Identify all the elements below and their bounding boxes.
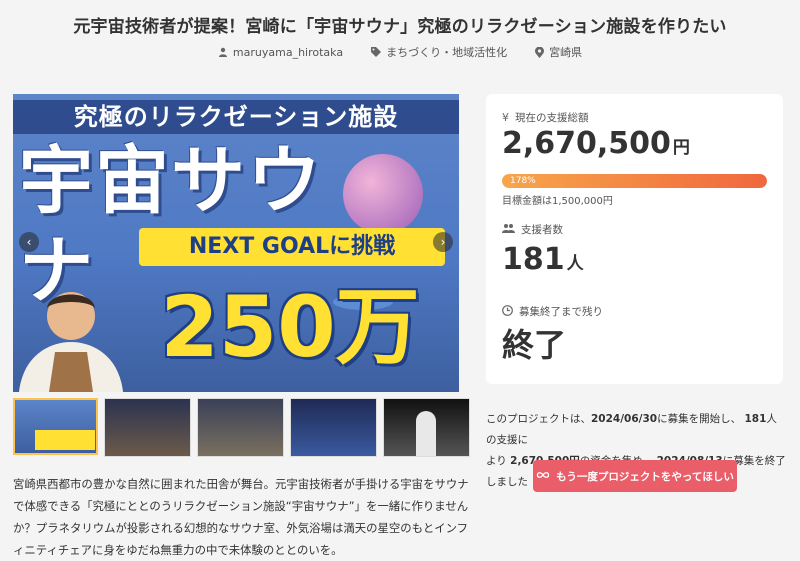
author-link[interactable]: maruyama_hirotaka xyxy=(218,44,343,60)
thumbnail-strip xyxy=(13,398,470,457)
yen-icon: ¥ xyxy=(502,111,509,124)
clock-icon xyxy=(502,304,513,319)
summary-text: より xyxy=(486,455,507,467)
raised-unit: 円 xyxy=(672,138,690,158)
thumbnail[interactable] xyxy=(197,398,284,457)
project-title: 元宇宙技術者が提案！宮崎に「宇宙サウナ」究極のリラクゼーション施設を作りたい xyxy=(73,17,727,37)
request-again-button[interactable]: もう一度プロジェクトをやってほしい xyxy=(533,460,737,492)
progress-fill: 178% xyxy=(502,174,767,188)
summary-backers: 181 xyxy=(744,413,767,425)
infinity-icon xyxy=(536,470,550,482)
hero-image[interactable]: 究極のリラクゼーション施設 宇宙サウナ NEXT GOALに挑戦 250万円 ‹… xyxy=(13,94,459,392)
backers-label-row: 支援者数 xyxy=(502,222,563,237)
start-date: 2024/06/30 xyxy=(591,413,658,425)
remaining-value: 終了 xyxy=(502,326,567,364)
remaining-label-row: 募集終了まで残り xyxy=(502,304,603,319)
tag-icon xyxy=(371,47,382,57)
hero-main-text: 宇宙サウナ xyxy=(19,138,323,314)
raised-amount: 2,670,500 円 xyxy=(502,126,690,161)
category-link[interactable]: まちづくり・地域活性化 xyxy=(371,44,507,60)
raised-label-row: ¥ 現在の支援総額 xyxy=(502,110,589,125)
chevron-left-icon[interactable]: ‹ xyxy=(19,232,39,252)
thumbnail[interactable] xyxy=(13,398,98,455)
backers-label: 支援者数 xyxy=(521,224,563,236)
location-pin-icon xyxy=(535,46,545,58)
request-again-label: もう一度プロジェクトをやってほしい xyxy=(556,470,734,483)
users-icon xyxy=(502,223,515,236)
stats-card: ¥ 現在の支援総額 2,670,500 円 178% 目標金額は1,500,000… xyxy=(486,94,783,384)
hero-amount-text: 250万円 xyxy=(160,278,420,392)
thumbnail[interactable] xyxy=(104,398,191,457)
location-name: 宮崎県 xyxy=(549,46,583,59)
location-link[interactable]: 宮崎県 xyxy=(535,44,582,60)
hero-band-text: 究極のリラクゼーション施設 xyxy=(13,100,459,134)
thumbnail[interactable] xyxy=(383,398,470,457)
goal-amount-text: 目標金額は1,500,000円 xyxy=(502,196,613,207)
progress-bar: 178% xyxy=(502,174,767,188)
summary-text: このプロジェクトは、 xyxy=(486,413,591,425)
author-name: maruyama_hirotaka xyxy=(232,45,344,59)
backers-value: 181 xyxy=(502,242,565,277)
backers-count: 181 人 xyxy=(502,242,584,277)
remaining-label: 募集終了まで残り xyxy=(519,306,603,318)
chevron-right-icon[interactable]: › xyxy=(433,232,453,252)
project-description: 宮崎県西都市の豊かな自然に囲まれた田舎が舞台。元宇宙技術者が手掛ける宇宙をサウナ… xyxy=(13,477,469,557)
project-meta: maruyama_hirotaka まちづくり・地域活性化 宮崎県 xyxy=(0,44,800,60)
thumbnail[interactable] xyxy=(290,398,377,457)
backers-unit: 人 xyxy=(566,254,584,274)
raised-label: 現在の支援総額 xyxy=(515,112,589,124)
summary-text: に募集を開始し、 xyxy=(657,413,742,425)
category-name: まちづくり・地域活性化 xyxy=(386,46,508,59)
raised-value: 2,670,500 xyxy=(502,126,671,161)
user-icon xyxy=(218,47,228,57)
next-goal-banner: NEXT GOALに挑戦 xyxy=(139,228,445,266)
